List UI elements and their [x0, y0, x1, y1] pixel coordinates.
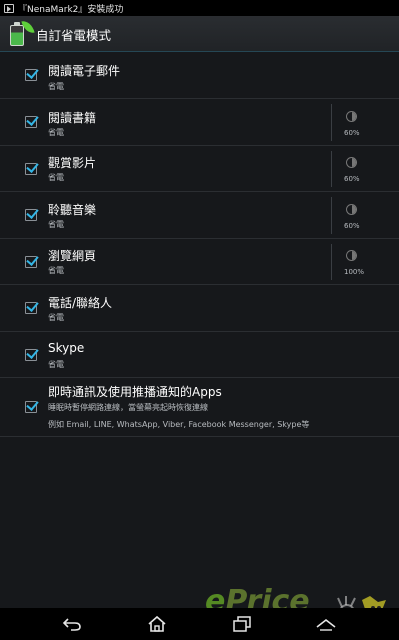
checkbox[interactable] [25, 163, 37, 175]
brightness-icon[interactable] [346, 157, 357, 168]
divider [331, 197, 332, 234]
status-bar: 『NenaMark2』安裝成功 [0, 0, 399, 16]
list-item-title: 聆聽音樂 [48, 203, 97, 217]
checkbox[interactable] [25, 256, 37, 268]
action-bar: 自訂省電模式 [0, 16, 399, 52]
checkbox[interactable] [25, 209, 37, 221]
brightness-icon[interactable] [346, 204, 357, 215]
checkbox[interactable] [25, 302, 37, 314]
list-item-subtitle: 省電 [48, 313, 64, 322]
divider [331, 244, 332, 280]
list-item-title: 觀賞影片 [48, 156, 97, 170]
list-item-title: 即時通訊及使用推播通知的Apps [48, 385, 222, 399]
brightness-icon[interactable] [346, 250, 357, 261]
checkbox[interactable] [25, 116, 37, 128]
list-item-subtitle: 省電 [48, 173, 64, 182]
list-item-title: Skype [48, 341, 85, 355]
list-item-subtitle: 省電 [48, 220, 64, 229]
brightness-value: 100% [344, 268, 365, 276]
list-item[interactable]: 即時通訊及使用推播通知的Apps 睡眠時暫停網路連線，當螢幕亮起時恢復連線 例如… [0, 378, 399, 437]
list-item-subtitle: 省電 [48, 266, 64, 275]
list-item[interactable]: 聆聽音樂 省電 60% [0, 192, 399, 239]
brightness-icon[interactable] [346, 111, 357, 122]
list-item[interactable]: 瀏覽網頁 省電 100% [0, 239, 399, 285]
chevron-up-icon[interactable] [313, 608, 339, 640]
checkbox[interactable] [25, 401, 37, 413]
brightness-value: 60% [344, 129, 360, 137]
recent-apps-icon[interactable] [230, 608, 254, 640]
navigation-bar [0, 608, 399, 640]
list-item[interactable]: 觀賞影片 省電 60% [0, 146, 399, 192]
back-icon[interactable] [60, 608, 84, 640]
checkbox[interactable] [25, 69, 37, 81]
list-item-title: 電話/聯絡人 [48, 296, 113, 310]
list-item[interactable]: 閱讀書籍 省電 60% [0, 99, 399, 146]
notification-text: 『NenaMark2』安裝成功 [18, 4, 124, 15]
play-store-notification-icon [4, 3, 14, 13]
home-icon[interactable] [145, 608, 169, 640]
list-item[interactable]: Skype 省電 [0, 332, 399, 378]
list-item-subtitle: 睡眠時暫停網路連線，當螢幕亮起時恢復連線 [48, 403, 208, 412]
list-item-subtitle: 省電 [48, 360, 64, 369]
list-item-subtitle: 省電 [48, 128, 64, 137]
battery-leaf-icon[interactable] [9, 18, 35, 47]
divider [331, 151, 332, 187]
list-item-title: 閱讀書籍 [48, 111, 97, 125]
brightness-value: 60% [344, 175, 360, 183]
list-item-title: 閱讀電子郵件 [48, 64, 121, 78]
list-item-title: 瀏覽網頁 [48, 249, 97, 263]
divider [331, 104, 332, 141]
page-title: 自訂省電模式 [36, 27, 112, 43]
list-item-subtitle: 省電 [48, 82, 64, 91]
power-saving-list: 閱讀電子郵件 省電 閱讀書籍 省電 60% 觀賞影片 省電 60% 聆聽音樂 省… [0, 52, 399, 437]
list-item[interactable]: 電話/聯絡人 省電 [0, 285, 399, 332]
list-item-description: 例如 Email, LINE, WhatsApp, Viber, Faceboo… [48, 420, 310, 429]
brightness-value: 60% [344, 222, 360, 230]
checkbox[interactable] [25, 349, 37, 361]
list-item[interactable]: 閱讀電子郵件 省電 [0, 52, 399, 99]
